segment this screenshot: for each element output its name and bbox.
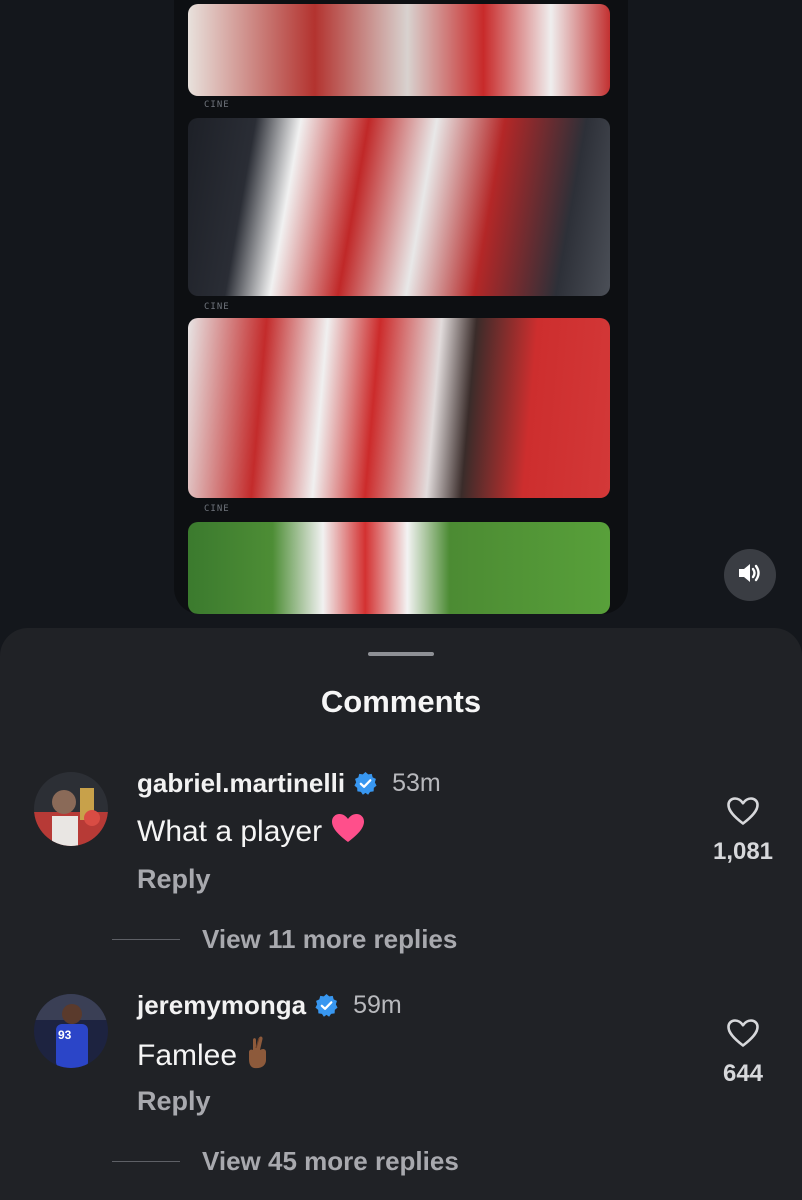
- crossed-fingers-emoji-icon: [245, 1034, 273, 1078]
- comments-sheet: Comments gabriel.martinelli 53m What a p…: [0, 628, 802, 1200]
- view-more-replies-label: View 11 more replies: [202, 924, 458, 954]
- heart-outline-icon: [700, 796, 786, 826]
- sound-toggle-button[interactable]: [724, 549, 776, 601]
- divider: [112, 1161, 180, 1162]
- comment-text: What a player: [137, 815, 323, 848]
- video-frame-4: [188, 522, 610, 614]
- like-button[interactable]: 1,081: [700, 796, 786, 866]
- view-more-replies-button[interactable]: View 45 more replies: [112, 1146, 459, 1177]
- comment-timestamp: 59m: [353, 991, 402, 1019]
- sheet-drag-handle[interactable]: [368, 652, 434, 656]
- video-frame-1: [188, 4, 610, 96]
- comment-item: gabriel.martinelli 53m What a player Rep…: [0, 768, 802, 972]
- sheet-title: Comments: [320, 684, 482, 719]
- video-frame-2: [188, 118, 610, 296]
- view-more-replies-label: View 45 more replies: [202, 1146, 459, 1176]
- reel-video[interactable]: CINE CINE CINE: [174, 0, 628, 614]
- video-frame-3: [188, 318, 610, 498]
- cine-label: CINE: [204, 504, 230, 514]
- comment-timestamp: 53m: [392, 769, 441, 797]
- reply-button[interactable]: Reply: [137, 864, 211, 895]
- like-count: 1,081: [712, 838, 774, 865]
- reply-button[interactable]: Reply: [137, 1086, 211, 1117]
- comment-username[interactable]: gabriel.martinelli: [137, 768, 345, 799]
- verified-badge-icon: [314, 993, 339, 1018]
- comment-username[interactable]: jeremymonga: [137, 990, 306, 1021]
- heart-emoji-icon: [330, 812, 366, 852]
- comment-text: Famlee: [137, 1039, 238, 1072]
- heart-outline-icon: [700, 1018, 786, 1048]
- view-more-replies-button[interactable]: View 11 more replies: [112, 924, 457, 955]
- like-button[interactable]: 644: [700, 1018, 786, 1088]
- cine-label: CINE: [204, 100, 230, 110]
- reel-video-area[interactable]: CINE CINE CINE: [0, 0, 802, 628]
- speaker-icon: [737, 562, 763, 589]
- avatar[interactable]: 93: [34, 994, 108, 1068]
- divider: [112, 939, 180, 940]
- like-count: 644: [722, 1060, 764, 1087]
- verified-badge-icon: [353, 771, 378, 796]
- avatar[interactable]: [34, 772, 108, 846]
- svg-text:93: 93: [58, 1028, 72, 1042]
- cine-label: CINE: [204, 302, 230, 312]
- comment-item: 93 jeremymonga 59m Famlee Reply 644 View…: [0, 990, 802, 1194]
